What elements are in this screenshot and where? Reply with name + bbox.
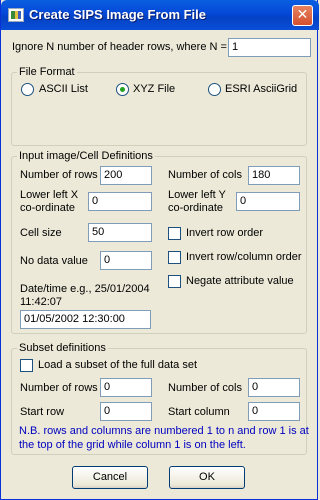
no-data-value-label: No data value <box>20 255 88 267</box>
negate-attribute-checkbox[interactable] <box>168 275 181 288</box>
ascii-list-radio[interactable] <box>21 83 34 96</box>
num-rows-input[interactable]: 200 <box>100 166 152 185</box>
close-button[interactable]: ✕ <box>292 5 313 26</box>
start-row-label: Start row <box>20 406 65 418</box>
lower-left-x-label: Lower left X <box>20 189 79 201</box>
invert-row-column-order-label[interactable]: Invert row/column order <box>186 251 302 264</box>
xyz-file-radio[interactable] <box>116 83 129 96</box>
datetime-label-2: 11:42:07 <box>20 296 63 308</box>
load-subset-checkbox[interactable] <box>20 359 33 372</box>
num-cols-label: Number of cols <box>168 169 242 181</box>
start-column-input[interactable]: 0 <box>248 402 300 421</box>
ok-button[interactable]: OK <box>169 466 245 489</box>
datetime-label: Date/time e.g., 25/01/2004 <box>20 283 150 295</box>
negate-attribute-label[interactable]: Negate attribute value <box>186 275 294 288</box>
invert-row-column-order-checkbox[interactable] <box>168 251 181 264</box>
invert-row-order-label[interactable]: Invert row order <box>186 227 263 240</box>
sips-image-icon <box>8 8 24 22</box>
lower-left-x-input[interactable]: 0 <box>88 192 152 211</box>
num-cols-input[interactable]: 180 <box>248 166 300 185</box>
cell-size-input[interactable]: 50 <box>88 223 152 242</box>
start-row-input[interactable]: 0 <box>100 402 152 421</box>
invert-row-order-checkbox[interactable] <box>168 227 181 240</box>
close-icon: ✕ <box>296 7 309 23</box>
title-bar[interactable]: Create SIPS Image From File ✕ <box>1 0 319 30</box>
lower-left-y-label-2: co-ordinate <box>168 202 224 214</box>
load-subset-label[interactable]: Load a subset of the full data set <box>38 359 197 372</box>
lower-left-y-input[interactable]: 0 <box>236 192 300 211</box>
dialog-window: Create SIPS Image From File ✕ Ignore N n… <box>0 0 319 500</box>
header-rows-input[interactable]: 1 <box>228 38 311 57</box>
xyz-file-label[interactable]: XYZ File <box>133 83 175 96</box>
lower-left-x-label-2: co-ordinate <box>20 202 76 214</box>
ascii-list-label[interactable]: ASCII List <box>39 83 88 96</box>
esri-asciigrid-radio[interactable] <box>208 83 221 96</box>
subset-num-rows-input[interactable]: 0 <box>100 378 152 397</box>
input-definitions-group-label: Input image/Cell Definitions <box>17 150 155 162</box>
esri-asciigrid-label[interactable]: ESRI AsciiGrid <box>225 83 297 96</box>
no-data-value-input[interactable]: 0 <box>100 251 152 270</box>
subset-num-rows-label: Number of rows <box>20 382 98 394</box>
lower-left-y-label: Lower left Y <box>168 189 226 201</box>
datetime-input[interactable]: 01/05/2002 12:30:00 <box>20 310 151 329</box>
subset-definitions-group-label: Subset definitions <box>17 342 108 354</box>
window-title: Create SIPS Image From File <box>29 7 207 22</box>
subset-num-cols-input[interactable]: 0 <box>248 378 300 397</box>
start-column-label: Start column <box>168 406 230 418</box>
subset-note: N.B. rows and columns are numbered 1 to … <box>19 425 309 451</box>
subset-num-cols-label: Number of cols <box>168 382 242 394</box>
cell-size-label: Cell size <box>20 227 62 239</box>
file-format-group-label: File Format <box>17 66 77 78</box>
cancel-button[interactable]: Cancel <box>72 466 148 489</box>
header-rows-label: Ignore N number of header rows, where N … <box>12 41 227 53</box>
num-rows-label: Number of rows <box>20 169 98 181</box>
